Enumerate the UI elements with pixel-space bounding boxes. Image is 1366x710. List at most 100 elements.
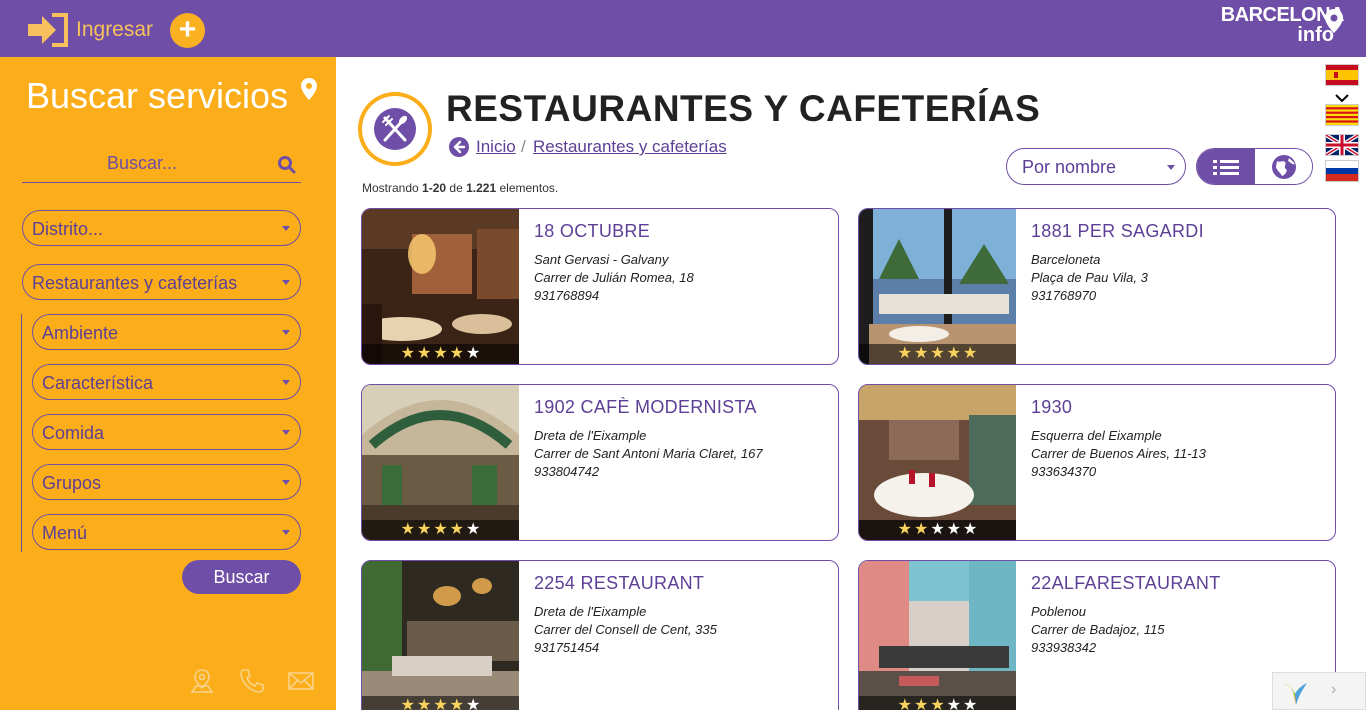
top-bar: Ingresar + BARCELONA info xyxy=(0,0,1366,57)
mail-icon[interactable] xyxy=(287,667,315,695)
flag-ca[interactable] xyxy=(1325,104,1359,126)
restaurant-district: Sant Gervasi - Galvany xyxy=(534,252,669,267)
star-icon: ★ xyxy=(963,697,978,710)
rating-stars: ★ ★ ★ ★ ★ xyxy=(859,520,1016,540)
restaurant-phone: 933634370 xyxy=(1031,464,1097,479)
star-icon: ★ xyxy=(400,345,415,362)
comida-select[interactable]: Comida xyxy=(32,414,301,450)
star-icon: ★ xyxy=(930,697,945,710)
add-button[interactable]: + xyxy=(170,13,205,48)
login-link[interactable]: Ingresar xyxy=(76,18,153,42)
location-pin-icon xyxy=(1324,8,1344,34)
star-icon: ★ xyxy=(963,345,978,362)
category-select[interactable]: Restaurantes y cafeterías xyxy=(22,264,301,300)
search-input[interactable] xyxy=(22,145,262,181)
star-icon: ★ xyxy=(963,521,978,538)
debug-toolbar-badge[interactable]: › xyxy=(1272,672,1366,710)
phone-icon[interactable] xyxy=(238,667,266,695)
restaurant-address: Carrer de Buenos Aires, 11-13 xyxy=(1031,446,1206,461)
restaurant-photo xyxy=(859,561,1016,710)
search-button[interactable]: Buscar xyxy=(182,560,301,594)
star-icon: ★ xyxy=(400,697,415,710)
breadcrumb-home[interactable]: Inicio xyxy=(476,137,516,157)
restaurant-card[interactable]: ★ ★ ★ ★ ★ 18 OCTUBRE Sant Gervasi - Galvany … xyxy=(361,208,839,365)
star-icon: ★ xyxy=(913,697,929,710)
star-icon: ★ xyxy=(416,345,432,362)
rating-stars: ★ ★ ★ ★ ★ xyxy=(362,696,519,710)
star-icon: ★ xyxy=(946,345,962,362)
restaurant-name[interactable]: 1902 CAFÈ MODERNISTA xyxy=(534,397,757,418)
search-icon[interactable] xyxy=(277,155,297,175)
map-view-button[interactable] xyxy=(1255,149,1312,184)
login-icon[interactable] xyxy=(26,12,70,48)
star-icon: ★ xyxy=(433,345,448,362)
restaurant-name[interactable]: 1881 PER SAGARDI xyxy=(1031,221,1204,242)
district-select[interactable]: Distrito... xyxy=(22,210,301,246)
chevron-down-icon xyxy=(282,430,290,435)
chevron-right-icon[interactable]: › xyxy=(1331,681,1336,699)
restaurant-address: Plaça de Pau Vila, 3 xyxy=(1031,270,1148,285)
chevron-down-icon xyxy=(282,530,290,535)
star-icon: ★ xyxy=(449,697,465,710)
breadcrumb-current[interactable]: Restaurantes y cafeterías xyxy=(533,137,727,157)
rating-stars: ★ ★ ★ ★ ★ xyxy=(362,344,519,364)
restaurant-photo xyxy=(362,209,519,364)
restaurant-address: Carrer de Badajoz, 115 xyxy=(1031,622,1165,637)
back-arrow-icon[interactable] xyxy=(448,136,470,158)
list-view-button[interactable] xyxy=(1197,149,1255,184)
flag-en[interactable] xyxy=(1324,133,1360,157)
restaurant-address: Carrer del Consell de Cent, 335 xyxy=(534,622,717,637)
rating-stars: ★ ★ ★ ★ ★ xyxy=(859,344,1016,364)
flag-es[interactable] xyxy=(1325,64,1359,86)
star-icon: ★ xyxy=(416,521,432,538)
search-box xyxy=(22,145,301,183)
restaurant-card[interactable]: ★ ★ ★ ★ ★ 1902 CAFÈ MODERNISTA Dreta de l'Ei… xyxy=(361,384,839,541)
star-icon: ★ xyxy=(466,521,481,538)
restaurant-card[interactable]: ★ ★ ★ ★ ★ 1881 PER SAGARDI Barceloneta Plaça… xyxy=(858,208,1336,365)
restaurant-district: Dreta de l'Eixample xyxy=(534,604,647,619)
globe-icon xyxy=(1272,155,1296,179)
star-icon: ★ xyxy=(946,697,962,710)
star-icon: ★ xyxy=(400,521,415,538)
cutlery-icon xyxy=(374,108,416,150)
restaurant-phone: 931768894 xyxy=(534,288,600,303)
chevron-down-icon[interactable] xyxy=(1335,90,1349,103)
restaurant-phone: 933804742 xyxy=(534,464,600,479)
restaurant-name[interactable]: 22ALFARESTAURANT xyxy=(1031,573,1221,594)
restaurant-district: Esquerra del Eixample xyxy=(1031,428,1162,443)
sort-select[interactable]: Por nombre xyxy=(1006,148,1186,185)
location-pin-icon xyxy=(300,77,318,101)
list-icon xyxy=(1213,160,1239,175)
restaurant-phone: 933938342 xyxy=(1031,640,1097,655)
restaurant-address: Carrer de Sant Antoni Maria Claret, 167 xyxy=(534,446,763,461)
chevron-down-icon xyxy=(282,280,290,285)
chevron-down-icon xyxy=(282,330,290,335)
menu-select[interactable]: Menú xyxy=(32,514,301,550)
restaurant-name[interactable]: 18 OCTUBRE xyxy=(534,221,650,242)
star-icon: ★ xyxy=(930,345,945,362)
star-icon: ★ xyxy=(897,345,912,362)
view-toggle xyxy=(1196,148,1313,185)
restaurant-card[interactable]: ★ ★ ★ ★ ★ 1930 Esquerra del Eixample Carrer … xyxy=(858,384,1336,541)
map-pin-icon[interactable] xyxy=(188,667,216,695)
restaurant-photo xyxy=(859,385,1016,540)
restaurant-name[interactable]: 2254 RESTAURANT xyxy=(534,573,704,594)
subfilter-divider xyxy=(21,314,22,552)
flag-ru[interactable] xyxy=(1325,160,1359,182)
restaurant-district: Barceloneta xyxy=(1031,252,1101,267)
grupos-select[interactable]: Grupos xyxy=(32,464,301,500)
category-badge xyxy=(358,92,432,166)
star-icon: ★ xyxy=(466,697,481,710)
restaurant-card[interactable]: ★ ★ ★ ★ ★ 2254 RESTAURANT Dreta de l'Eixampl… xyxy=(361,560,839,710)
restaurant-card[interactable]: ★ ★ ★ ★ ★ 22ALFARESTAURANT Poblenou Carrer d… xyxy=(858,560,1336,710)
yii-logo-icon xyxy=(1281,679,1309,707)
breadcrumb-separator: / xyxy=(521,137,526,156)
star-icon: ★ xyxy=(897,697,912,710)
restaurant-photo xyxy=(362,385,519,540)
star-icon: ★ xyxy=(913,345,929,362)
restaurant-name[interactable]: 1930 xyxy=(1031,397,1072,418)
ambiente-select[interactable]: Ambiente xyxy=(32,314,301,350)
restaurant-address: Carrer de Julián Romea, 18 xyxy=(534,270,694,285)
restaurant-phone: 931751454 xyxy=(534,640,600,655)
caracteristica-select[interactable]: Característica xyxy=(32,364,301,400)
